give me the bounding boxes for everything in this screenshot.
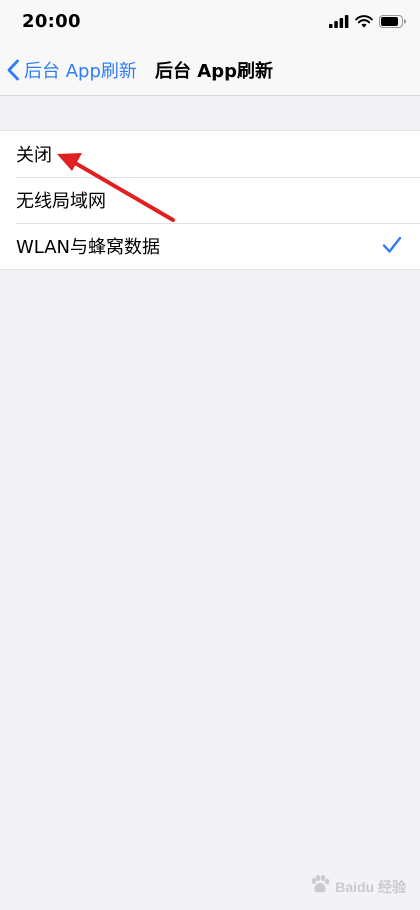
checkmark-icon — [382, 236, 402, 259]
option-label: WLAN与蜂窝数据 — [16, 237, 161, 258]
signal-icon — [329, 13, 349, 32]
navigation-bar: 后台 App刷新 后台 App刷新 — [0, 44, 420, 96]
status-icons — [329, 13, 407, 32]
chevron-left-icon — [6, 59, 20, 81]
option-wlan[interactable]: 无线局域网 — [0, 177, 420, 223]
option-wlan-and-cellular[interactable]: WLAN与蜂窝数据 — [0, 223, 420, 269]
watermark-text: Baidu 经验 — [335, 878, 406, 895]
status-bar: 20:00 — [0, 0, 420, 44]
battery-icon — [379, 13, 407, 32]
back-button-label: 后台 App刷新 — [24, 61, 137, 82]
option-label: 关闭 — [16, 145, 52, 166]
baidu-paw-icon — [309, 875, 331, 898]
refresh-options-list: 关闭 无线局域网 WLAN与蜂窝数据 — [0, 130, 420, 270]
back-button[interactable]: 后台 App刷新 — [6, 44, 137, 96]
watermark: Baidu 经验 — [309, 875, 406, 898]
status-time: 20:00 — [22, 11, 81, 32]
wifi-icon — [355, 13, 373, 32]
option-label: 无线局域网 — [16, 191, 106, 212]
page-title: 后台 App刷新 — [155, 61, 273, 82]
option-off[interactable]: 关闭 — [0, 131, 420, 177]
